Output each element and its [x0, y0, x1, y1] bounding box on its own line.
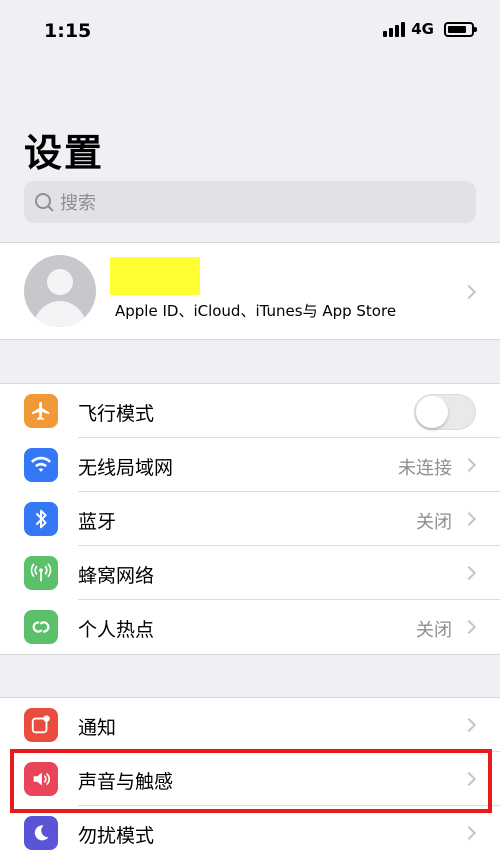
search-input[interactable]: 搜索 [24, 181, 476, 223]
wifi-icon [24, 448, 58, 482]
settings-row-label: 蓝牙 [78, 511, 117, 533]
settings-row-label: 通知 [78, 717, 117, 739]
bluetooth-icon [24, 502, 58, 536]
settings-row-bluetooth[interactable]: 蓝牙 关闭 [0, 492, 500, 546]
signal-icon [383, 21, 406, 37]
bluetooth-status: 关闭 [416, 512, 452, 533]
settings-row-wifi[interactable]: 无线局域网 未连接 [0, 438, 500, 492]
chevron-right-icon [461, 511, 477, 527]
wifi-status: 未连接 [398, 458, 452, 479]
settings-row-label: 勿扰模式 [78, 825, 155, 847]
chevron-right-icon [461, 565, 477, 581]
settings-row-label: 无线局域网 [78, 457, 174, 479]
settings-row-personal-hotspot[interactable]: 个人热点 关闭 [0, 600, 500, 654]
page-title: 设置 [24, 131, 105, 175]
settings-row-label: 蜂窝网络 [78, 565, 155, 587]
settings-row-airplane-mode[interactable]: 飞行模式 [0, 384, 500, 438]
chevron-right-icon [461, 284, 477, 300]
antenna-icon [24, 556, 58, 590]
status-time: 1:15 [44, 20, 92, 42]
chevron-right-icon [461, 619, 477, 635]
apple-id-profile[interactable]: Apple ID、iCloud、iTunes与 App Store [0, 242, 500, 340]
chevron-right-icon [461, 825, 477, 841]
airplane-mode-toggle[interactable] [414, 394, 476, 430]
chevron-right-icon [461, 457, 477, 473]
battery-icon [444, 21, 477, 37]
settings-row-label: 飞行模式 [78, 403, 155, 425]
airplane-icon [24, 394, 58, 428]
moon-icon [24, 816, 58, 850]
settings-row-notifications[interactable]: 通知 [0, 698, 500, 752]
status-indicators: 4G [383, 20, 477, 38]
highlight-box [10, 749, 492, 813]
avatar [24, 255, 96, 327]
search-icon [34, 192, 54, 212]
connectivity-group: 飞行模式 无线局域网 未连接 蓝牙 关闭 蜂窝网络 个人热点 关闭 [0, 383, 500, 655]
chevron-right-icon [461, 717, 477, 733]
settings-row-do-not-disturb[interactable]: 勿扰模式 [0, 806, 500, 860]
profile-subtitle: Apple ID、iCloud、iTunes与 App Store [115, 302, 397, 320]
hotspot-status: 关闭 [416, 620, 452, 641]
notification-icon [24, 708, 58, 742]
settings-row-cellular[interactable]: 蜂窝网络 [0, 546, 500, 600]
profile-name-redacted [110, 257, 200, 295]
hotspot-icon [24, 610, 58, 644]
search-placeholder: 搜索 [60, 193, 96, 214]
settings-row-label: 个人热点 [78, 619, 155, 641]
network-type: 4G [411, 20, 434, 38]
status-bar: 1:15 4G [0, 0, 500, 60]
